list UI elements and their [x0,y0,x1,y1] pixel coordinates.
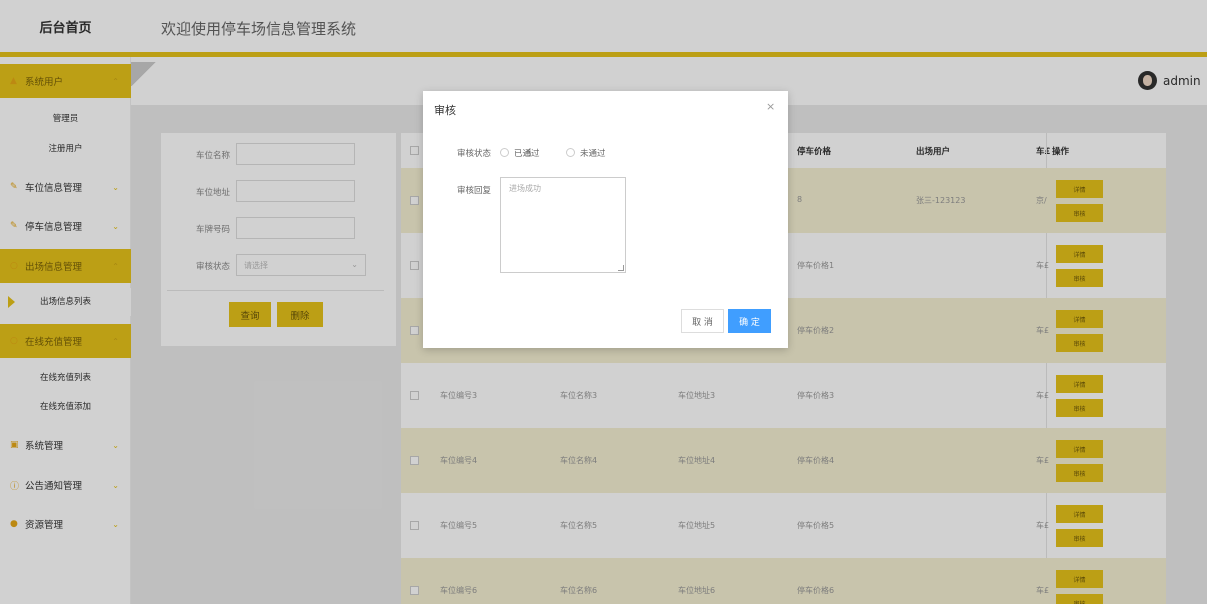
audit-reply-label: 审核回复 [457,186,492,196]
radio-failed-label[interactable]: 未通过 [580,147,606,159]
audit-status-label: 审核状态 [457,149,492,159]
radio-failed[interactable] [566,148,575,157]
confirm-button[interactable]: 确 定 [728,309,771,333]
radio-passed[interactable] [500,148,509,157]
audit-reply-textarea[interactable]: 进场成功 [500,177,626,273]
cancel-button[interactable]: 取 消 [681,309,724,333]
hand-cursor-icon: ☝ [525,146,532,159]
dialog-title: 审核 [434,104,456,117]
close-icon[interactable]: × [766,100,775,113]
